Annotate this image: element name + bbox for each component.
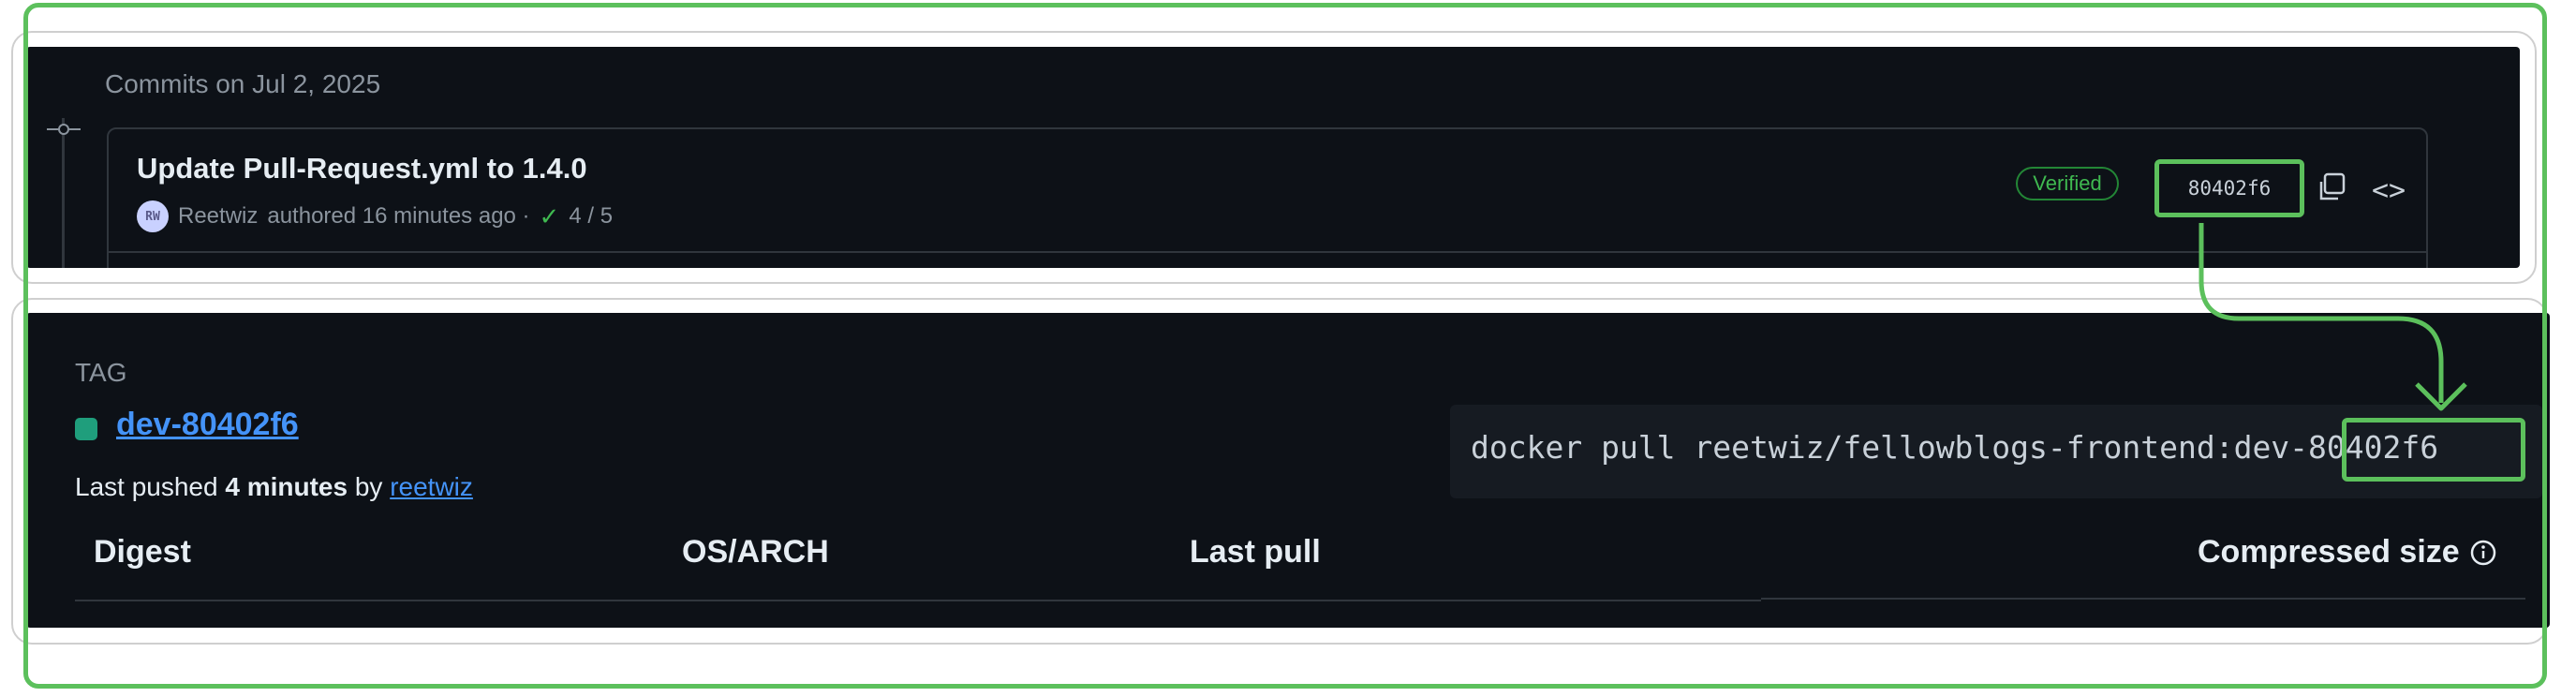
annotation-frame	[23, 3, 2547, 689]
